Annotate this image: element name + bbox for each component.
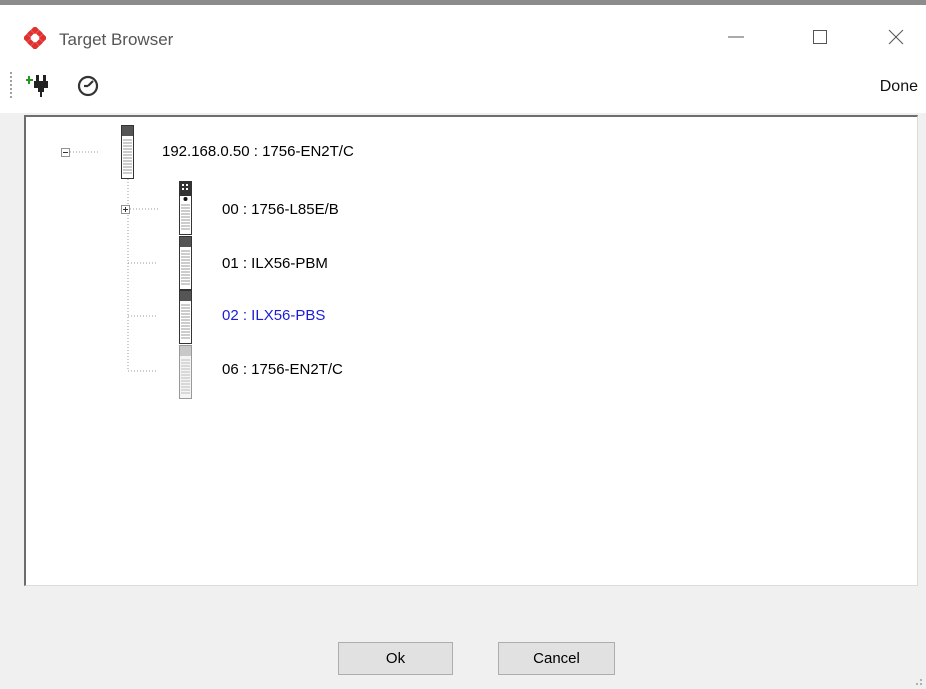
module-02-icon [178,290,194,344]
close-icon [888,29,904,45]
device-tree[interactable]: 192.168.0.50 : 1756-EN2T/C 00 : 1756-L85… [24,115,918,586]
minimize-icon [728,36,744,38]
toolbar: Done [0,61,926,113]
window-title: Target Browser [59,30,174,49]
target-browser-window: Target Browser Done 192.168.0.50: 1756-… [0,0,926,689]
done-button[interactable]: Done [880,78,918,96]
module-06-icon [178,345,194,399]
root-collapse-toggle[interactable] [61,148,70,157]
ok-button[interactable]: Ok [338,642,453,675]
maximize-icon [813,30,827,44]
tree-node-02-selected[interactable]: 02 : ILX56-PBS [222,307,325,324]
tree-node-01[interactable]: 01 : ILX56-PBM [222,255,328,272]
tree-node-root[interactable]: 192.168.0.50 : 1756-EN2T/C [162,143,354,160]
module-01-icon [178,236,194,290]
status-button[interactable] [74,69,102,101]
root-module-icon [120,125,136,179]
node-00-expand-toggle[interactable] [121,205,130,214]
maximize-button[interactable] [800,15,840,59]
connect-button[interactable] [25,69,54,101]
tree-node-06[interactable]: 06 : 1756-EN2T/C [222,361,343,378]
close-button[interactable] [876,15,916,59]
app-logo-icon [22,25,48,51]
minimize-button[interactable] [716,15,756,59]
toolbar-grip[interactable] [10,71,12,99]
title-bar: Target Browser [0,5,926,61]
controller-module-icon [178,181,194,235]
cancel-button[interactable]: Cancel [498,642,615,675]
tree-node-00[interactable]: 00 : 1756-L85E/B [222,201,339,218]
connect-plug-icon [25,75,48,97]
gauge-icon [77,75,99,97]
resize-grip-icon[interactable] [912,675,924,687]
tree-connector-lines [70,151,158,372]
